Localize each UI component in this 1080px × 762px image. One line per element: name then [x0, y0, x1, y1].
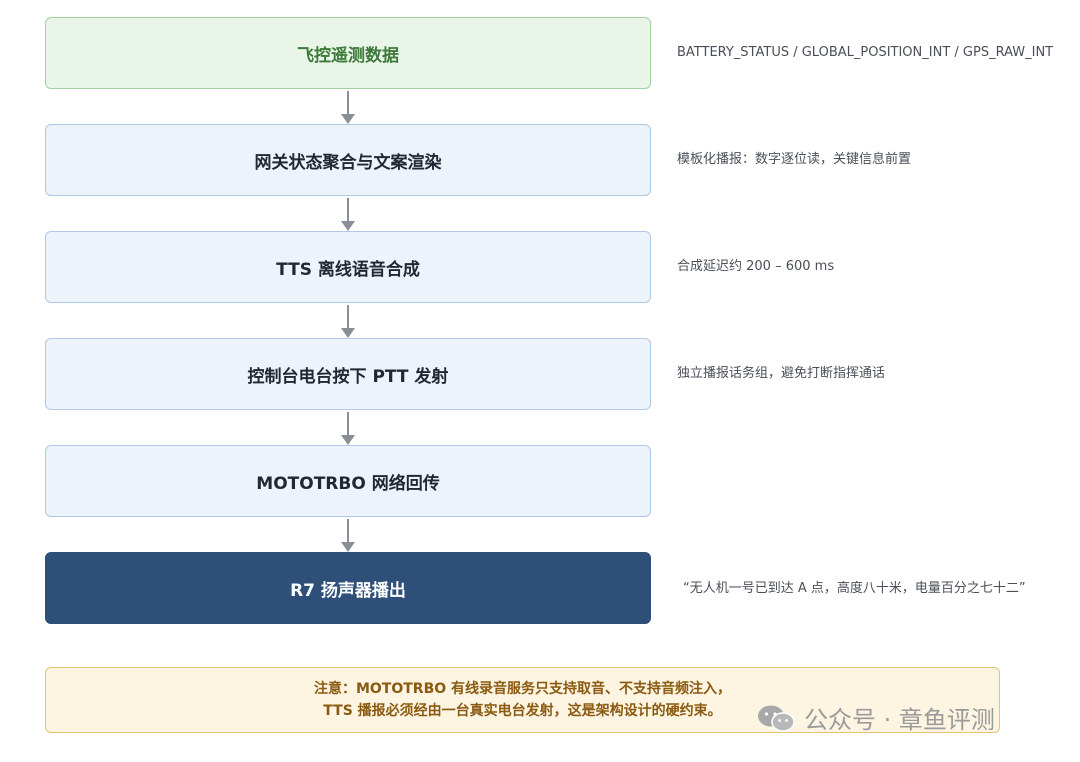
stage-tts: TTS 离线语音合成	[45, 231, 651, 303]
watermark: 公众号 · 章鱼评测	[756, 700, 995, 735]
stage-ptt-label: 控制台电台按下 PTT 发射	[247, 366, 449, 387]
stage-r7-speaker-label: R7 扬声器播出	[290, 580, 406, 601]
stage-ptt: 控制台电台按下 PTT 发射	[45, 338, 651, 410]
stage-r7-speaker-note: “无人机一号已到达 A 点，高度八十米，电量百分之七十二”	[683, 581, 1026, 596]
arrow-5	[340, 519, 356, 552]
stage-telemetry-note: BATTERY_STATUS / GLOBAL_POSITION_INT / G…	[677, 45, 1054, 60]
warning-line-1: 注意：MOTOTRBO 有线录音服务只支持取音、不支持音频注入，	[313, 681, 732, 697]
arrow-2	[340, 198, 356, 231]
stage-tts-label: TTS 离线语音合成	[276, 259, 420, 280]
stage-mototrbo: MOTOTRBO 网络回传	[45, 445, 651, 517]
wechat-icon	[758, 705, 795, 732]
arrow-1	[340, 91, 356, 124]
warning-line-2: TTS 播报必须经由一台真实电台发射，这是架构设计的硬约束。	[323, 703, 722, 719]
arrow-4	[340, 412, 356, 445]
stage-ptt-note: 独立播报话务组，避免打断指挥通话	[677, 366, 886, 381]
arrow-3	[340, 305, 356, 338]
stage-gateway: 网关状态聚合与文案渲染	[45, 124, 651, 196]
stage-tts-note: 合成延迟约 200 – 600 ms	[677, 259, 835, 274]
stage-telemetry-label: 飞控遥测数据	[297, 45, 399, 66]
watermark-text: 公众号 · 章鱼评测	[804, 706, 995, 734]
stage-mototrbo-label: MOTOTRBO 网络回传	[256, 473, 440, 494]
stage-telemetry: 飞控遥测数据	[45, 17, 651, 89]
stage-r7-speaker: R7 扬声器播出	[45, 552, 651, 624]
stage-gateway-label: 网关状态聚合与文案渲染	[254, 152, 442, 173]
stage-gateway-note: 模板化播报：数字逐位读，关键信息前置	[677, 152, 912, 167]
